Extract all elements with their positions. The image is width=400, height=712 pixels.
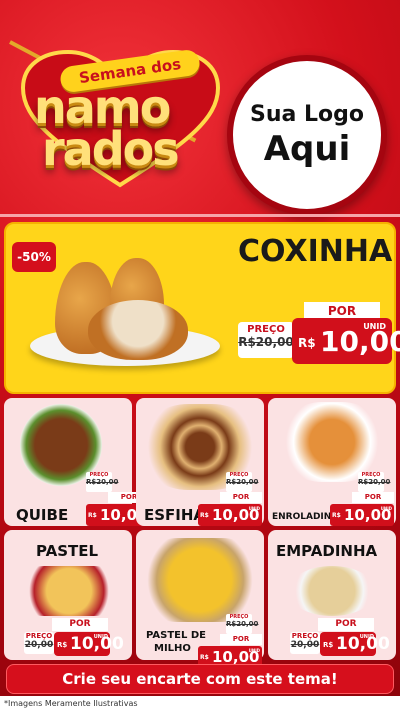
- old-price-box: PREÇO 20,00: [24, 632, 54, 654]
- product-card-esfiha: ESFIHA PREÇO R$20,00 POR R$ 10,00 UNID: [136, 398, 264, 526]
- product-card-enroladinho: ENROLADINHO PREÇO R$20,00 POR R$ 10,00 U…: [268, 398, 396, 526]
- old-price: R$20,00: [86, 478, 119, 486]
- old-price-box: PREÇO R$20,00: [226, 614, 259, 634]
- old-price: R$20,00: [226, 620, 259, 628]
- featured-unit: UNID: [363, 322, 386, 331]
- featured-old-price-box: PREÇO R$20,00: [238, 322, 294, 358]
- old-price-box: PREÇO R$20,00: [226, 472, 259, 492]
- unit: UNID: [93, 634, 108, 640]
- header-divider: [0, 214, 400, 217]
- old-price: R$20,00: [358, 478, 391, 486]
- product-name: PASTEL: [36, 542, 99, 560]
- featured-preco-label: PREÇO: [247, 324, 285, 335]
- currency: R$: [200, 654, 209, 661]
- price-box: R$ 10,00 UNID: [320, 632, 390, 656]
- unit: UNID: [359, 634, 374, 640]
- pastel-de-milho-image: [144, 538, 256, 622]
- featured-title: COXINHA: [238, 234, 393, 269]
- featured-old-price: R$20,00: [238, 335, 294, 349]
- currency: R$: [200, 512, 209, 519]
- price-tag: PREÇO R$20,00 POR R$ 10,00 UNID: [330, 472, 394, 526]
- featured-price-box: R$ 10,00 UNID: [292, 318, 400, 364]
- por-label: POR: [318, 618, 374, 631]
- featured-currency: R$: [298, 336, 316, 350]
- logo-text-line1: Sua Logo: [249, 101, 364, 127]
- logo-text-line2: Aqui: [263, 128, 351, 169]
- preco-label: PREÇO: [25, 632, 53, 640]
- product-name-line2: MILHO: [154, 643, 191, 654]
- currency: R$: [57, 641, 68, 649]
- unit: UNID: [248, 506, 260, 511]
- price-box: R$ 10,00 UNID: [198, 504, 262, 526]
- por-label: POR: [352, 492, 394, 503]
- product-card-pastel: PASTEL POR PREÇO 20,00 R$ 10,00 UNID: [4, 530, 132, 660]
- currency: R$: [88, 512, 97, 519]
- disclaimer-footer: *Imagens Meramente Ilustrativas: [0, 696, 400, 712]
- price-tag: POR PREÇO 20,00 R$ 10,00 UNID: [290, 618, 390, 658]
- product-name: EMPADINHA: [276, 542, 378, 560]
- unit: UNID: [380, 506, 392, 511]
- product-name: ESFIHA: [144, 506, 206, 524]
- unit: UNID: [248, 648, 260, 653]
- product-card-pastel-de-milho: PASTEL DE MILHO PREÇO R$20,00 POR R$ 10,…: [136, 530, 264, 668]
- header: Semana dos namo rados Sua Logo Aqui: [0, 0, 400, 215]
- old-price: R$20,00: [226, 478, 259, 486]
- logo-placeholder: Sua Logo Aqui: [227, 55, 387, 215]
- price-tag: POR PREÇO 20,00 R$ 10,00 UNID: [24, 618, 124, 658]
- old-price: 20,00: [24, 640, 54, 650]
- price-tag: PREÇO R$20,00 POR R$ 10,00 UNID: [198, 472, 262, 526]
- price-box: R$ 10,00 UNID: [54, 632, 124, 656]
- product-card-empadinha: EMPADINHA POR PREÇO 20,00 R$ 10,00 UNID: [268, 530, 396, 660]
- product-name-line1: PASTEL DE: [146, 630, 206, 641]
- old-price-box: PREÇO R$20,00: [86, 472, 119, 492]
- price-tag: PREÇO R$20,00 POR R$ 10,00 UNID: [198, 614, 262, 668]
- por-label: POR: [52, 618, 108, 631]
- product-name: QUIBE: [16, 506, 69, 524]
- discount-badge: -50%: [12, 242, 56, 272]
- currency: R$: [332, 512, 341, 519]
- old-price-box: PREÇO R$20,00: [358, 472, 391, 492]
- currency: R$: [323, 641, 334, 649]
- create-flyer-button[interactable]: Crie seu encarte com este tema!: [6, 664, 394, 694]
- price-box: R$ 10,00 UNID: [330, 504, 394, 526]
- old-price-box: PREÇO 20,00: [290, 632, 320, 654]
- old-price: 20,00: [290, 640, 320, 650]
- featured-price: 10,00: [320, 325, 400, 358]
- preco-label: PREÇO: [291, 632, 319, 640]
- empadinha-image: [288, 566, 376, 616]
- por-label: POR: [220, 492, 262, 503]
- coxinha-cut-image: [88, 300, 188, 360]
- flyer-page: Semana dos namo rados Sua Logo Aqui -50%…: [0, 0, 400, 712]
- product-card-quibe: QUIBE PREÇO R$20,00 POR R$ 10,00 UNID: [4, 398, 150, 526]
- event-title-line2: rados: [42, 122, 180, 176]
- enroladinho-image: [282, 402, 382, 482]
- pastel-image: [26, 566, 112, 616]
- por-label: POR: [220, 634, 262, 645]
